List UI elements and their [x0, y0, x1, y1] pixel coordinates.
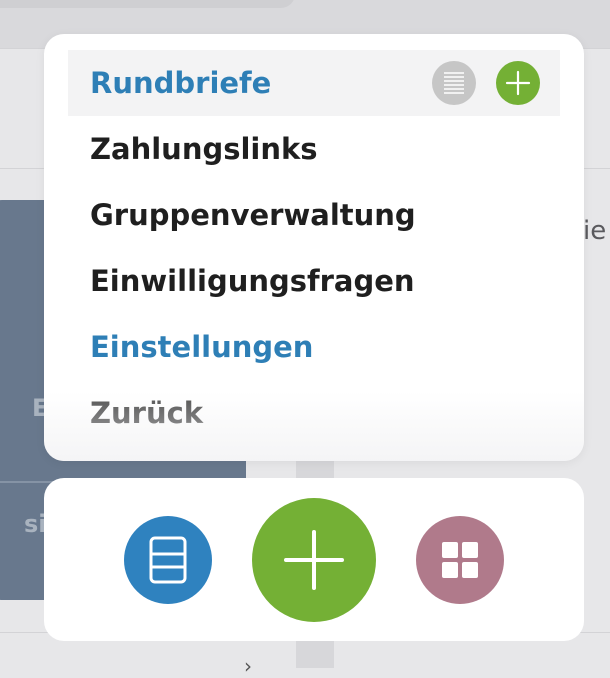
menu-list: Rundbriefe Zahlungslinks Gruppenverwaltu… [68, 50, 560, 446]
row-actions [432, 61, 540, 105]
bottom-dock [44, 478, 584, 641]
apps-button[interactable] [416, 516, 504, 604]
background-right-text: ie [583, 216, 607, 246]
menu-item-label: Einwilligungsfragen [90, 264, 415, 298]
plus-icon [505, 70, 531, 96]
menu-item-label: Zahlungslinks [90, 132, 318, 166]
background-chevron-icon: › [244, 654, 252, 678]
background-search-pill [0, 0, 295, 8]
menu-item-label: Einstellungen [90, 330, 314, 364]
create-button[interactable] [252, 498, 376, 622]
menu-item-einwilligungsfragen[interactable]: Einwilligungsfragen [68, 248, 560, 314]
menu-item-zahlungslinks[interactable]: Zahlungslinks [68, 116, 560, 182]
list-icon [444, 72, 464, 94]
document-icon [149, 536, 187, 584]
menu-item-label: Rundbriefe [90, 66, 272, 100]
list-view-button[interactable] [432, 61, 476, 105]
plus-icon [284, 530, 344, 590]
grid-icon [442, 542, 478, 578]
menu-item-rundbriefe[interactable]: Rundbriefe [68, 50, 560, 116]
popup-menu: Rundbriefe Zahlungslinks Gruppenverwaltu… [44, 34, 584, 461]
menu-item-label: Zurück [90, 396, 204, 430]
menu-item-label: Gruppenverwaltung [90, 198, 416, 232]
menu-item-gruppenverwaltung[interactable]: Gruppenverwaltung [68, 182, 560, 248]
add-newsletter-button[interactable] [496, 61, 540, 105]
menu-item-einstellungen[interactable]: Einstellungen [68, 314, 560, 380]
menu-item-zurueck[interactable]: Zurück [68, 380, 560, 446]
documents-button[interactable] [124, 516, 212, 604]
